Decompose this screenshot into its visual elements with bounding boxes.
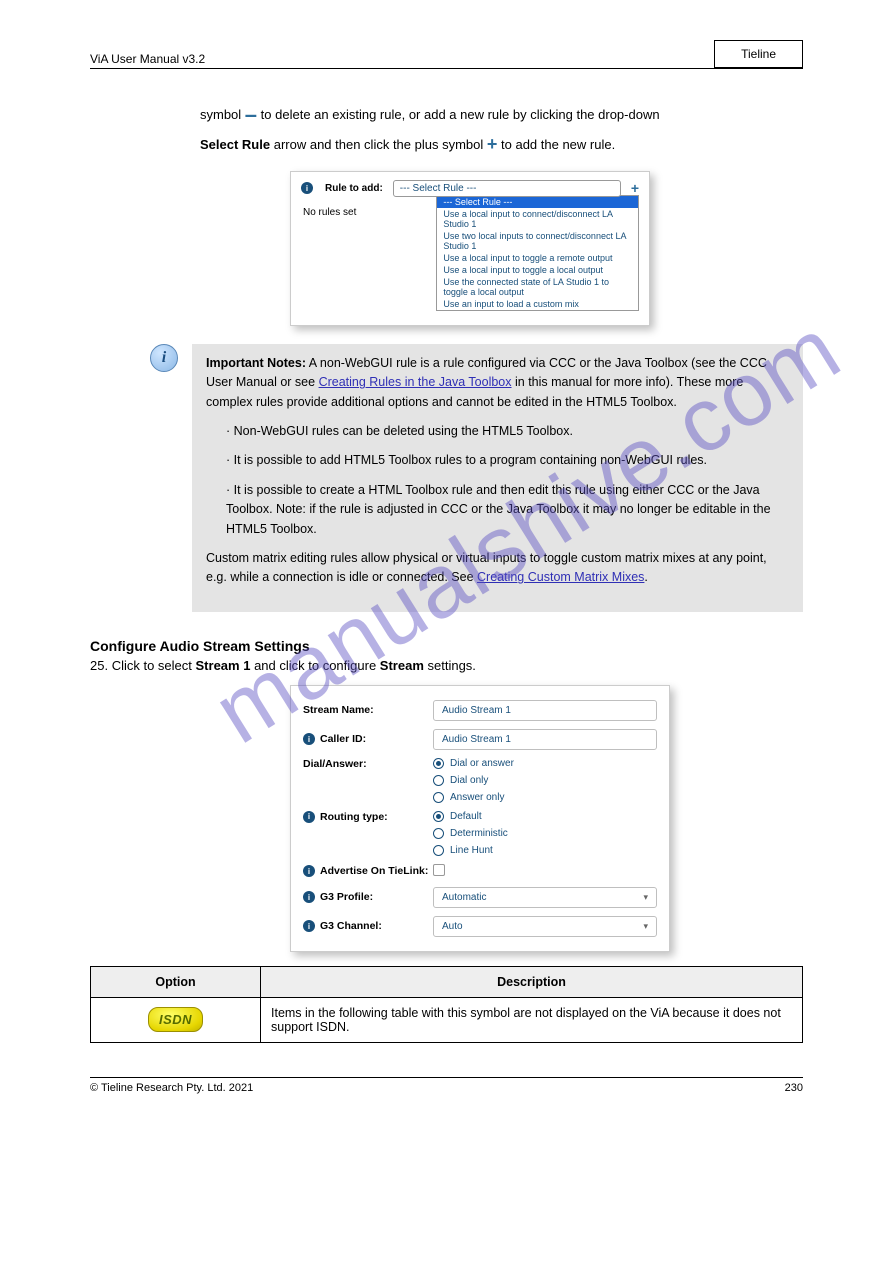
footer-page-number: 230 bbox=[785, 1082, 803, 1094]
options-table: Option Description ISDN Items in the fol… bbox=[90, 966, 803, 1043]
g3-channel-select[interactable]: Auto▾ bbox=[433, 916, 657, 937]
table-cell-description: Items in the following table with this s… bbox=[261, 997, 803, 1042]
brand-box: Tieline bbox=[714, 40, 803, 68]
routing-linehunt-radio[interactable]: Line Hunt bbox=[433, 845, 657, 856]
info-icon: i bbox=[303, 865, 315, 877]
rule-add-label: Rule to add: bbox=[325, 183, 383, 194]
info-icon: i bbox=[303, 811, 315, 823]
rule-select[interactable]: --- Select Rule --- bbox=[393, 180, 621, 197]
footer-copyright: © Tieline Research Pty. Ltd. 2021 bbox=[90, 1082, 253, 1094]
stream-name-input[interactable]: Audio Stream 1 bbox=[433, 700, 657, 721]
stream-name-label: Stream Name: bbox=[303, 704, 433, 716]
g3-profile-label: G3 Profile: bbox=[320, 891, 373, 903]
no-rules-text: No rules set bbox=[301, 197, 356, 311]
table-header-description: Description bbox=[261, 966, 803, 997]
link-creating-rules[interactable]: Creating Rules in the Java Toolbox bbox=[319, 375, 512, 389]
dial-answer-radio[interactable]: Dial or answer bbox=[433, 758, 657, 769]
minus-icon: – bbox=[245, 102, 257, 127]
rule-option[interactable]: Use an input to load a custom mix bbox=[437, 298, 638, 310]
info-icon: i bbox=[150, 344, 178, 372]
chevron-down-icon: ▾ bbox=[643, 921, 648, 932]
caller-id-input[interactable]: Audio Stream 1 bbox=[433, 729, 657, 750]
table-row: ISDN Items in the following table with t… bbox=[91, 997, 803, 1042]
g3-profile-select[interactable]: Automatic▾ bbox=[433, 887, 657, 908]
dial-only-radio[interactable]: Dial only bbox=[433, 775, 657, 786]
info-icon: i bbox=[303, 920, 315, 932]
link-custom-matrix[interactable]: Creating Custom Matrix Mixes bbox=[477, 570, 644, 584]
advertise-label: Advertise On TieLink: bbox=[320, 865, 428, 877]
info-icon: i bbox=[303, 891, 315, 903]
chevron-down-icon: ▾ bbox=[643, 892, 648, 903]
rule-option[interactable]: Use a local input to connect/disconnect … bbox=[437, 208, 638, 230]
isdn-badge-icon: ISDN bbox=[148, 1007, 203, 1032]
section-heading-streams: Configure Audio Stream Settings bbox=[90, 638, 803, 654]
g3-channel-label: G3 Channel: bbox=[320, 920, 382, 932]
routing-deterministic-radio[interactable]: Deterministic bbox=[433, 828, 657, 839]
plus-icon: + bbox=[487, 134, 498, 154]
dial-answer-label: Dial/Answer: bbox=[303, 758, 433, 770]
answer-only-radio[interactable]: Answer only bbox=[433, 792, 657, 803]
info-icon: i bbox=[303, 733, 315, 745]
routing-default-radio[interactable]: Default bbox=[433, 811, 657, 822]
rule-option[interactable]: Use a local input to toggle a remote out… bbox=[437, 252, 638, 264]
info-icon: i bbox=[301, 182, 313, 194]
intro-paragraph: symbol – to delete an existing rule, or … bbox=[200, 99, 803, 157]
rule-option[interactable]: Use two local inputs to connect/disconne… bbox=[437, 230, 638, 252]
rule-option[interactable]: --- Select Rule --- bbox=[437, 196, 638, 208]
routing-type-label: Routing type: bbox=[320, 811, 388, 823]
important-notes-box: Important Notes: A non-WebGUI rule is a … bbox=[192, 344, 803, 612]
caller-id-label: Caller ID: bbox=[320, 733, 366, 745]
rule-dropdown-screenshot: i Rule to add: --- Select Rule --- + No … bbox=[290, 171, 650, 326]
stream-step-text: 25. Click to select Stream 1 and click t… bbox=[90, 658, 803, 673]
stream-settings-panel: Stream Name: Audio Stream 1 iCaller ID: … bbox=[290, 685, 670, 952]
rule-option[interactable]: Use the connected state of LA Studio 1 t… bbox=[437, 276, 638, 298]
doc-title: ViA User Manual v3.2 bbox=[90, 52, 205, 66]
advertise-checkbox[interactable] bbox=[433, 864, 445, 876]
rule-option[interactable]: Use a local input to toggle a local outp… bbox=[437, 264, 638, 276]
rule-options-list[interactable]: --- Select Rule --- Use a local input to… bbox=[436, 195, 639, 311]
table-header-option: Option bbox=[91, 966, 261, 997]
